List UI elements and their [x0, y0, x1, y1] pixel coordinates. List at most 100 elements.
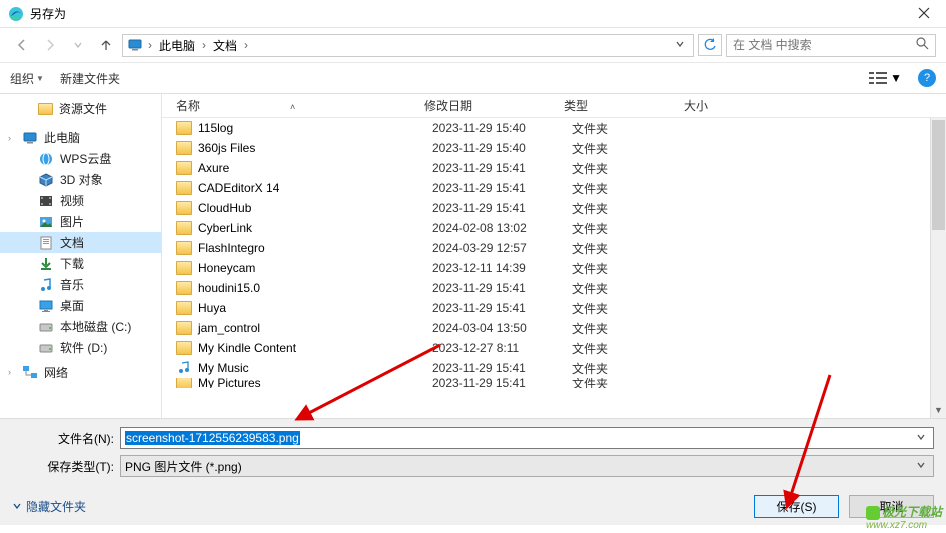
file-list[interactable]: 115log2023-11-29 15:40文件夹360js Files2023…	[162, 118, 946, 418]
nav-recent-dropdown[interactable]	[66, 33, 90, 57]
nav-item-music[interactable]: 音乐	[0, 274, 161, 295]
file-name: My Music	[198, 361, 432, 375]
file-date: 2023-12-27 8:11	[432, 341, 572, 355]
file-row[interactable]: 360js Files2023-11-29 15:40文件夹	[162, 138, 946, 158]
file-date: 2024-03-29 12:57	[432, 241, 572, 255]
breadcrumb-root[interactable]: 此电脑	[157, 37, 197, 54]
file-name: CyberLink	[198, 221, 432, 235]
nav-item-obj3d[interactable]: 3D 对象	[0, 169, 161, 190]
nav-item-disk[interactable]: 软件 (D:)	[0, 337, 161, 358]
folder-icon	[176, 121, 192, 135]
nav-item-desktop[interactable]: 桌面	[0, 295, 161, 316]
organize-menu[interactable]: 组织 ▼	[10, 70, 44, 87]
nav-item-label: 此电脑	[44, 129, 80, 146]
file-row[interactable]: My Pictures2023-11-29 15:41文件夹	[162, 378, 946, 388]
file-row[interactable]: jam_control2024-03-04 13:50文件夹	[162, 318, 946, 338]
new-folder-button[interactable]: 新建文件夹	[60, 70, 120, 87]
filetype-dropdown-icon[interactable]	[913, 459, 929, 473]
file-date: 2023-11-29 15:41	[432, 201, 572, 215]
scroll-down-icon[interactable]: ▼	[931, 402, 946, 418]
column-date[interactable]: 修改日期	[424, 97, 564, 114]
nav-item-label: 软件 (D:)	[60, 339, 107, 356]
column-size[interactable]: 大小	[684, 97, 764, 114]
file-row[interactable]: My Music2023-11-29 15:41文件夹	[162, 358, 946, 378]
nav-item-download[interactable]: 下载	[0, 253, 161, 274]
nav-item-wps[interactable]: WPS云盘	[0, 148, 161, 169]
folder-icon	[176, 141, 192, 155]
save-form: 文件名(N): screenshot-1712556239583.png 保存类…	[0, 418, 946, 487]
file-row[interactable]: houdini15.02023-11-29 15:41文件夹	[162, 278, 946, 298]
new-folder-label: 新建文件夹	[60, 70, 120, 87]
file-name: My Kindle Content	[198, 341, 432, 355]
file-name: 360js Files	[198, 141, 432, 155]
file-name: 115log	[198, 121, 432, 135]
path-box[interactable]: › 此电脑 › 文档 ›	[122, 34, 694, 57]
scrollbar-thumb[interactable]	[932, 120, 945, 230]
save-button[interactable]: 保存(S)	[754, 495, 839, 518]
address-bar: › 此电脑 › 文档 ›	[0, 28, 946, 62]
file-type: 文件夹	[572, 260, 692, 277]
watermark-text: 极光下载站	[882, 505, 942, 519]
nav-forward-button[interactable]	[38, 33, 62, 57]
file-row[interactable]: FlashIntegro2024-03-29 12:57文件夹	[162, 238, 946, 258]
nav-item-label: 本地磁盘 (C:)	[60, 318, 131, 335]
hide-folders-link[interactable]: 隐藏文件夹	[12, 498, 86, 515]
filename-value[interactable]: screenshot-1712556239583.png	[125, 431, 300, 445]
file-row[interactable]: Axure2023-11-29 15:41文件夹	[162, 158, 946, 178]
filename-dropdown-icon[interactable]	[913, 431, 929, 445]
nav-item-net[interactable]: ›网络	[0, 366, 161, 378]
file-type: 文件夹	[572, 160, 692, 177]
column-type[interactable]: 类型	[564, 97, 684, 114]
caret-icon: ›	[8, 133, 11, 143]
folder-icon	[176, 221, 192, 235]
file-row[interactable]: CyberLink2024-02-08 13:02文件夹	[162, 218, 946, 238]
nav-item-video[interactable]: 视频	[0, 190, 161, 211]
breadcrumb-current[interactable]: 文档	[211, 37, 239, 54]
filetype-field[interactable]: PNG 图片文件 (*.png)	[120, 455, 934, 477]
vertical-scrollbar[interactable]: ▲ ▼	[930, 118, 946, 418]
folder-icon	[176, 181, 192, 195]
file-row[interactable]: CADEditorX 142023-11-29 15:41文件夹	[162, 178, 946, 198]
nav-item-folder[interactable]: 资源文件	[0, 98, 161, 119]
nav-item-doc[interactable]: 文档	[0, 232, 161, 253]
file-row[interactable]: Huya2023-11-29 15:41文件夹	[162, 298, 946, 318]
file-row[interactable]: 115log2023-11-29 15:40文件夹	[162, 118, 946, 138]
file-row[interactable]: Honeycam2023-12-11 14:39文件夹	[162, 258, 946, 278]
column-name[interactable]: 名称˄	[170, 97, 424, 114]
search-icon[interactable]	[916, 37, 929, 53]
file-type: 文件夹	[572, 378, 692, 388]
watermark: 极光下载站 www.xz7.com	[866, 503, 942, 531]
close-button[interactable]	[902, 6, 946, 22]
folder-icon	[176, 301, 192, 315]
help-button[interactable]: ?	[918, 69, 936, 87]
nav-item-pc[interactable]: › 此电脑	[0, 127, 161, 148]
search-box[interactable]	[726, 34, 936, 57]
filename-field[interactable]: screenshot-1712556239583.png	[120, 427, 934, 449]
path-dropdown-icon[interactable]	[671, 38, 689, 52]
chevron-down-icon: ▼	[36, 74, 44, 83]
search-input[interactable]	[733, 38, 916, 52]
watermark-icon	[866, 506, 880, 520]
file-date: 2024-03-04 13:50	[432, 321, 572, 335]
file-type: 文件夹	[572, 200, 692, 217]
nav-item-disk[interactable]: 本地磁盘 (C:)	[0, 316, 161, 337]
nav-item-pic[interactable]: 图片	[0, 211, 161, 232]
footer-bar: 隐藏文件夹 保存(S) 取消	[0, 487, 946, 525]
refresh-button[interactable]	[698, 34, 722, 56]
file-name: Huya	[198, 301, 432, 315]
nav-pane[interactable]: 资源文件 › 此电脑 WPS云盘 3D 对象视频图片文档下载音乐桌面本地磁盘 (C:) 软…	[0, 94, 162, 418]
view-options-button[interactable]: ▼	[869, 71, 902, 85]
file-type: 文件夹	[572, 180, 692, 197]
nav-back-button[interactable]	[10, 33, 34, 57]
nav-up-button[interactable]	[94, 33, 118, 57]
nav-item-label: 3D 对象	[60, 171, 103, 188]
edge-icon	[8, 6, 24, 22]
column-headers[interactable]: 名称˄ 修改日期 类型 大小	[162, 94, 946, 118]
path-sep-icon: ›	[199, 38, 209, 52]
filename-label: 文件名(N):	[12, 430, 120, 447]
nav-item-label: WPS云盘	[60, 150, 111, 167]
file-row[interactable]: CloudHub2023-11-29 15:41文件夹	[162, 198, 946, 218]
nav-item-label: 网络	[44, 366, 68, 378]
file-row[interactable]: My Kindle Content2023-12-27 8:11文件夹	[162, 338, 946, 358]
file-date: 2023-11-29 15:40	[432, 121, 572, 135]
